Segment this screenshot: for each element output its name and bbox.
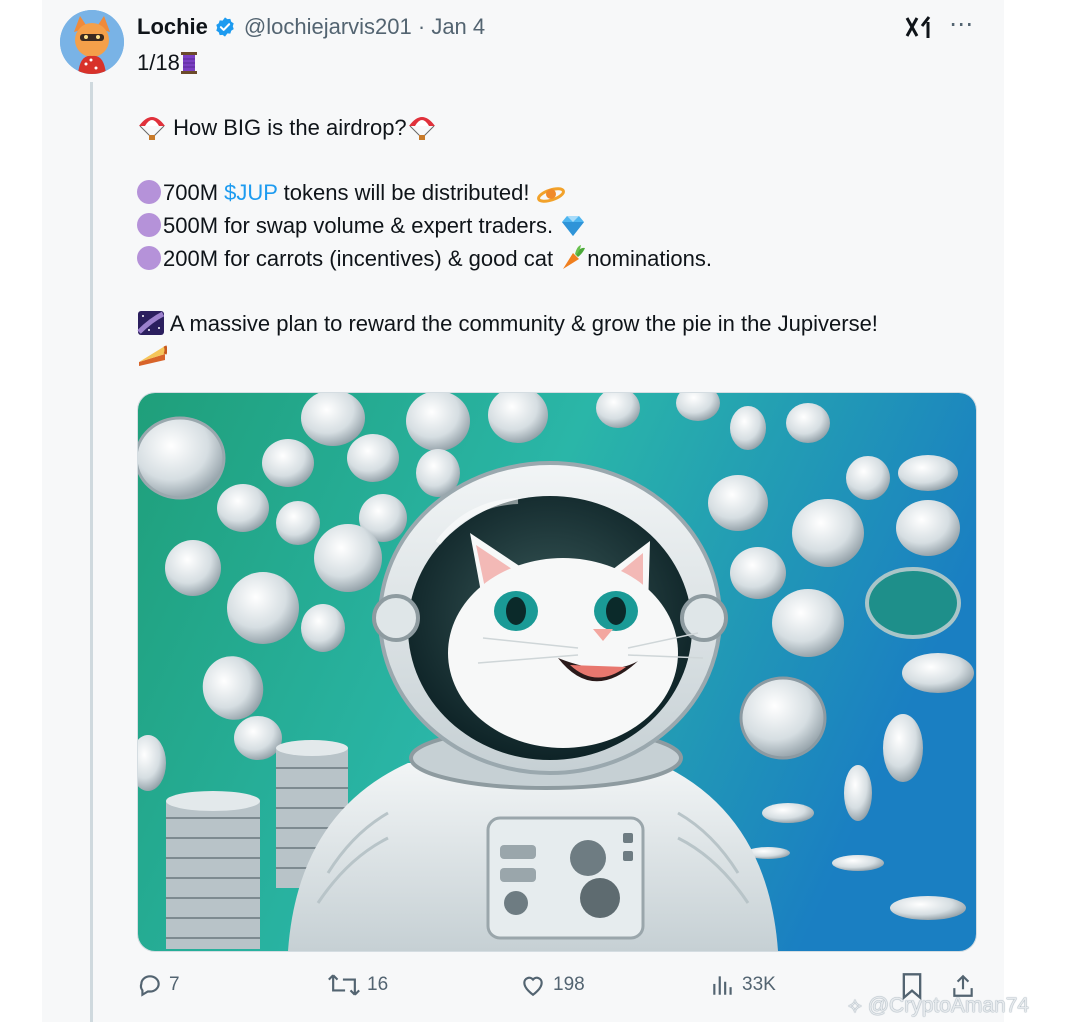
pie-icon [139, 345, 167, 366]
author-name[interactable]: Lochie [137, 14, 208, 40]
thread-spool-icon [180, 52, 197, 74]
views-icon [713, 976, 732, 995]
watermark-text: @CryptoAman74 [867, 994, 1030, 1017]
like-icon [523, 976, 543, 997]
purple-bullet-icon [137, 180, 161, 204]
thread-line [90, 82, 93, 1022]
parachute-icon [408, 117, 435, 140]
view-count: 33K [742, 974, 776, 995]
line2-text: 500M for swap volume & expert traders. [163, 213, 554, 238]
bullet-line-1: 700M $JUP tokens will be distributed! [137, 176, 566, 209]
watermark: ⟡ @CryptoAman74 [848, 994, 1030, 1017]
parachute-icon [139, 117, 165, 140]
verified-badge-icon [216, 17, 234, 37]
bullet-line-2: 500M for swap volume & expert traders. [137, 209, 587, 242]
purple-bullet-icon [137, 246, 161, 270]
tweet-media-image[interactable] [137, 392, 977, 952]
line1-text-end: tokens will be distributed! [277, 180, 530, 205]
headline: How BIG is the airdrop? [173, 115, 407, 140]
more-icon[interactable]: ⋯ [948, 12, 974, 38]
handle-and-date[interactable]: @lochiejarvis201 · Jan 4 [244, 14, 485, 40]
repost-icon [328, 974, 360, 996]
jup-cashtag-link[interactable]: $JUP [224, 180, 277, 205]
reply-button[interactable]: 7 [137, 972, 180, 998]
like-count: 198 [553, 974, 585, 995]
bullet-line-3: 200M for carrots (incentives) & good cat… [137, 242, 712, 275]
reply-icon [139, 975, 160, 997]
line3-text: 200M for carrots (incentives) & good cat [163, 246, 554, 271]
carrot-icon [563, 245, 586, 269]
headline-line: How BIG is the airdrop? [137, 111, 437, 144]
repost-count: 16 [367, 974, 389, 995]
reply-count: 7 [169, 974, 180, 995]
ringed-planet-icon [536, 187, 565, 203]
line3-text-end: nominations. [587, 246, 712, 271]
views-button[interactable]: 33K [710, 972, 776, 998]
thread-counter: 1/18 [137, 50, 180, 75]
repost-button[interactable]: 16 [327, 972, 388, 998]
like-button[interactable]: 198 [519, 972, 585, 998]
gem-icon [562, 216, 585, 236]
closing-text: A massive plan to reward the community &… [169, 311, 878, 336]
milky-way-icon [137, 311, 165, 335]
line1-text: 700M [163, 180, 225, 205]
avatar[interactable] [60, 10, 124, 74]
astronaut-cat-image [138, 393, 976, 951]
purple-bullet-icon [137, 213, 161, 237]
grok-icon[interactable] [905, 14, 933, 40]
thread-counter-line: 1/18 [137, 46, 198, 79]
tweet-header: Lochie @lochiejarvis201 · Jan 4 [137, 12, 485, 42]
closing-line: A massive plan to reward the community &… [137, 307, 878, 340]
